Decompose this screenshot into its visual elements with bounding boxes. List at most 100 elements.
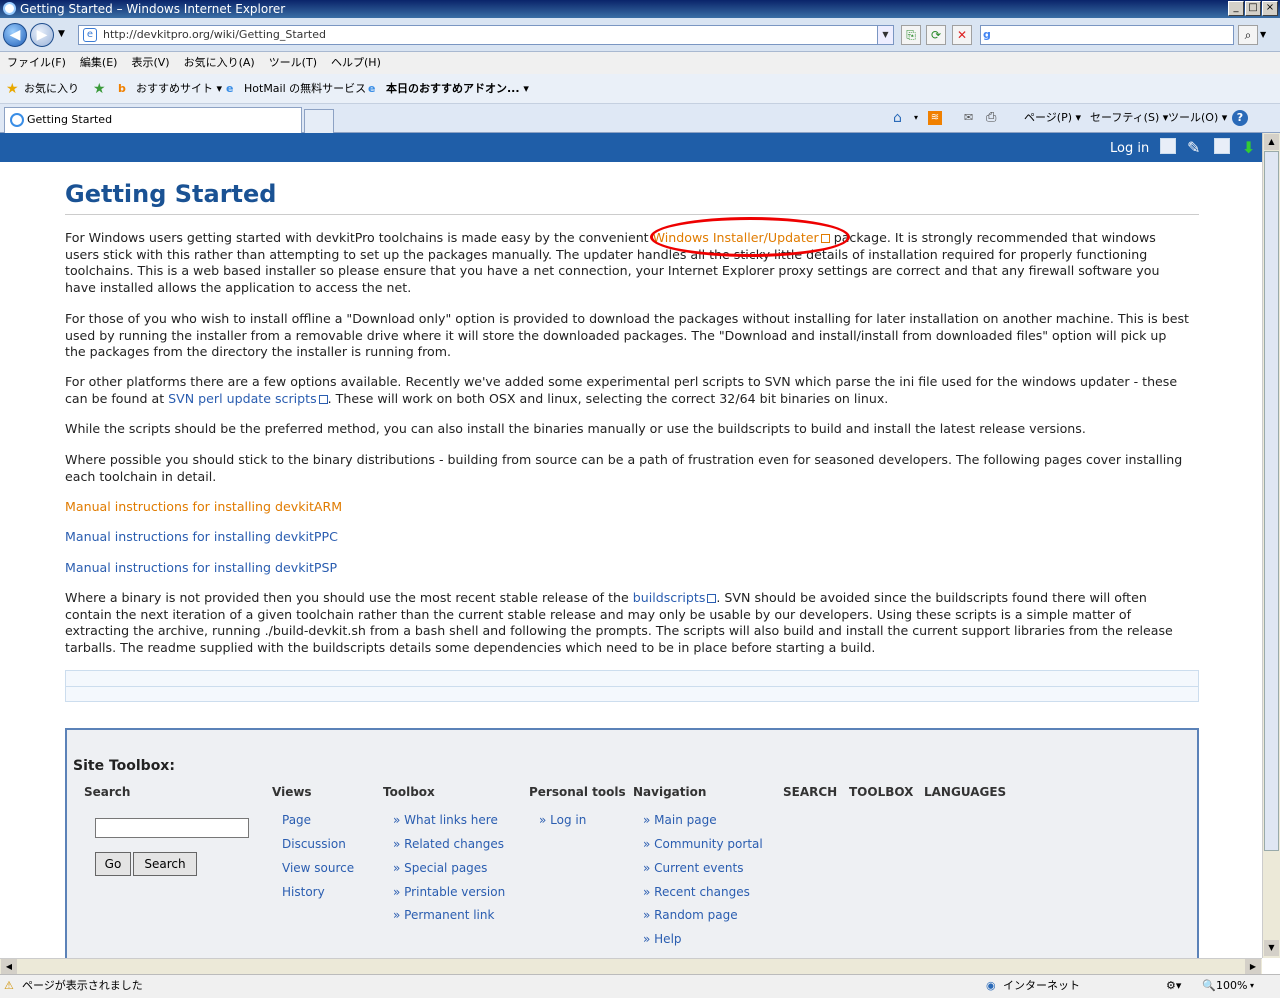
ie-logo-icon <box>3 2 16 15</box>
special-pages-link[interactable]: » Special pages <box>393 861 487 875</box>
tab-label: Getting Started <box>27 113 113 126</box>
search-options-icon[interactable]: ▼ <box>1260 30 1266 39</box>
buildscripts-link[interactable]: buildscripts <box>633 590 706 605</box>
help-icon[interactable]: ? <box>1232 110 1248 126</box>
back-button[interactable]: ◀ <box>3 23 27 47</box>
address-toolbar: ◀ ▶ ▼ e http://devkitpro.org/wiki/Gettin… <box>0 18 1280 52</box>
current-events-link[interactable]: » Current events <box>643 861 743 875</box>
menu-favorites[interactable]: お気に入り(A) <box>177 52 262 74</box>
go-button[interactable]: Go <box>95 852 131 876</box>
refresh-icon[interactable]: ⟳ <box>926 25 946 45</box>
edit-icon[interactable]: ✎ <box>1187 138 1203 157</box>
home-dropdown-icon[interactable]: ▾ <box>914 109 918 127</box>
favorites-item-suggested[interactable]: おすすめサイト ▾ <box>136 74 222 104</box>
paragraph-offline: For those of you who wish to install off… <box>65 311 1189 359</box>
toolbox-heading: Toolbox <box>383 785 435 799</box>
mail-icon[interactable]: ✉ <box>964 109 973 127</box>
favorites-star-icon[interactable]: ★ <box>6 74 19 104</box>
view-page-link[interactable]: Page <box>282 813 311 827</box>
random-page-link[interactable]: » Random page <box>643 908 738 922</box>
permanent-link[interactable]: » Permanent link <box>393 908 494 922</box>
favorites-item-addons[interactable]: 本日のおすすめアドオン... ▾ <box>386 74 529 104</box>
web-search-input[interactable]: g <box>980 25 1234 45</box>
what-links-here-link[interactable]: » What links here <box>393 813 498 827</box>
view-history-link[interactable]: History <box>282 885 325 899</box>
addons-ie-icon: e <box>368 82 376 95</box>
tab-getting-started[interactable]: Getting Started <box>4 107 302 133</box>
menu-view[interactable]: 表示(V) <box>124 52 176 74</box>
protected-mode-icon[interactable]: ⚙▾ <box>1166 975 1181 997</box>
download-icon[interactable]: ⬇ <box>1242 138 1258 157</box>
wiki-login-link[interactable]: Log in <box>1110 141 1149 156</box>
search-heading: Search <box>84 785 131 799</box>
search-go-icon[interactable]: ⌕ <box>1238 25 1258 45</box>
calendar-icon[interactable] <box>1214 138 1230 154</box>
feeds-icon[interactable]: ≋ <box>928 111 942 125</box>
hotmail-ie-icon: e <box>226 82 234 95</box>
devkitarm-link[interactable]: Manual instructions for installing devki… <box>65 499 342 514</box>
related-changes-link[interactable]: » Related changes <box>393 837 504 851</box>
paragraph-other-platforms: For other platforms there are a few opti… <box>65 374 1190 407</box>
page-menu[interactable]: ページ(P) ▾ <box>1024 109 1081 127</box>
add-favorites-icon[interactable]: ★ <box>93 74 106 104</box>
scroll-up-icon[interactable]: ▲ <box>1264 134 1279 150</box>
languages-heading: LANGUAGES <box>924 785 1007 799</box>
favorites-bar: ★ お気に入り ★ b おすすめサイト ▾ e HotMail の無料サービス … <box>0 74 1280 104</box>
address-dropdown-icon[interactable]: ▼ <box>877 26 893 44</box>
address-input[interactable]: e http://devkitpro.org/wiki/Getting_Star… <box>78 25 894 45</box>
zoom-level[interactable]: 100% <box>1216 975 1247 997</box>
history-dropdown-icon[interactable]: ▼ <box>58 29 65 39</box>
scroll-down-icon[interactable]: ▼ <box>1264 940 1279 956</box>
favorites-button[interactable]: お気に入り <box>24 74 79 104</box>
paragraph-binary: Where possible you should stick to the b… <box>65 452 1183 484</box>
recent-changes-link[interactable]: » Recent changes <box>643 885 750 899</box>
suggested-sites-icon: b <box>118 82 126 95</box>
svn-perl-scripts-link[interactable]: SVN perl update scripts <box>168 391 317 406</box>
zone-text: インターネット <box>1003 979 1080 992</box>
devkitpsp-link[interactable]: Manual instructions for installing devki… <box>65 560 337 575</box>
scroll-right-icon[interactable]: ▶ <box>1245 959 1261 974</box>
external-link-icon <box>318 394 328 404</box>
main-page-link[interactable]: » Main page <box>643 813 717 827</box>
help-link[interactable]: » Help <box>643 932 682 946</box>
devkitppc-link[interactable]: Manual instructions for installing devki… <box>65 529 338 544</box>
maximize-button[interactable]: □ <box>1245 1 1261 16</box>
compat-view-icon[interactable]: ⎘ <box>901 25 921 45</box>
horizontal-scrollbar[interactable]: ◀ ▶ <box>0 958 1262 974</box>
vertical-scrollbar[interactable]: ▲ ▼ <box>1262 133 1280 958</box>
personal-login-link[interactable]: » Log in <box>539 813 586 827</box>
view-source-link[interactable]: View source <box>282 861 354 875</box>
navigation-heading: Navigation <box>633 785 707 799</box>
menu-help[interactable]: ヘルプ(H) <box>324 52 388 74</box>
address-url: http://devkitpro.org/wiki/Getting_Starte… <box>103 28 326 41</box>
menu-file[interactable]: ファイル(F) <box>0 52 73 74</box>
menu-tools[interactable]: ツール(T) <box>262 52 324 74</box>
zoom-icon: 🔍 <box>1202 979 1216 992</box>
view-discussion-link[interactable]: Discussion <box>282 837 346 851</box>
home-icon[interactable]: ⌂ <box>893 109 902 127</box>
google-icon: g <box>983 28 991 41</box>
search-button[interactable]: Search <box>133 852 197 876</box>
stop-icon[interactable]: ✕ <box>952 25 972 45</box>
zoom-dropdown-icon[interactable]: ▾ <box>1250 975 1254 997</box>
forward-button[interactable]: ▶ <box>30 23 54 47</box>
favorites-item-hotmail[interactable]: HotMail の無料サービス <box>244 74 366 104</box>
notes-icon[interactable] <box>1160 138 1176 154</box>
tools-menu[interactable]: ツール(O) ▾ <box>1168 109 1227 127</box>
community-portal-link[interactable]: » Community portal <box>643 837 763 851</box>
p1-text-before: For Windows users getting started with d… <box>65 230 653 245</box>
wiki-search-input[interactable] <box>95 818 249 838</box>
category-box <box>65 670 1199 702</box>
close-window-button[interactable]: × <box>1262 1 1278 16</box>
print-icon[interactable]: ⎙ <box>986 109 996 127</box>
minimize-button[interactable]: _ <box>1228 1 1244 16</box>
safety-menu[interactable]: セーフティ(S) ▾ <box>1090 109 1168 127</box>
scroll-left-icon[interactable]: ◀ <box>1 959 17 974</box>
new-tab-button[interactable] <box>304 109 334 133</box>
toolbox-title: Site Toolbox: <box>73 758 175 774</box>
paragraph-windows-installer: For Windows users getting started with d… <box>65 230 1190 296</box>
printable-version-link[interactable]: » Printable version <box>393 885 505 899</box>
site-toolbox: Site Toolbox: Search Go Search Views Pag… <box>65 728 1199 958</box>
menu-edit[interactable]: 編集(E) <box>73 52 125 74</box>
scroll-thumb[interactable] <box>1264 151 1279 851</box>
